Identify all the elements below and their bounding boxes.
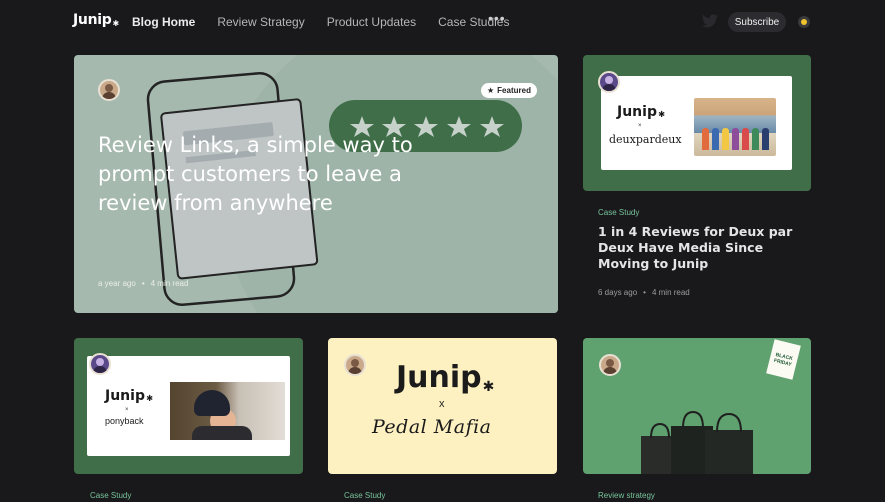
featured-badge: ★ Featured — [481, 83, 537, 98]
cover-panel: Junip✱ × deuxpardeux — [601, 76, 792, 170]
more-menu-icon[interactable]: ••• — [488, 10, 506, 26]
partner-logo: Pedal Mafia — [372, 416, 492, 438]
logo-star-icon: ✱ — [482, 379, 495, 395]
subscribe-button[interactable]: Subscribe — [728, 12, 786, 32]
cover-x: x — [439, 398, 445, 410]
logo-star-icon: ✱ — [145, 393, 153, 403]
post-card-black-friday-image[interactable]: BLACK FRIDAY — [583, 338, 811, 474]
nav-review-strategy[interactable]: Review Strategy — [217, 15, 304, 29]
cover-x: × — [638, 123, 642, 129]
partner-logo: ponyback — [105, 416, 144, 426]
category-tag[interactable]: Case Study — [598, 208, 639, 217]
nav-product-updates[interactable]: Product Updates — [327, 15, 416, 29]
sun-dot — [801, 19, 807, 25]
cover-brand: Junip — [105, 388, 145, 404]
cover-brand: Junip — [617, 104, 657, 120]
cover-brand: Junip — [396, 360, 482, 395]
read-time: 4 min read — [150, 279, 189, 288]
meta-separator: • — [643, 288, 646, 297]
category-tag[interactable]: Case Study — [344, 491, 385, 500]
post-meta: 6 days ago • 4 min read — [598, 288, 690, 297]
logo-text: Junip — [73, 12, 112, 28]
category-tag[interactable]: Review strategy — [598, 491, 655, 500]
category-tag[interactable]: Case Study — [90, 491, 131, 500]
post-meta: a year ago • 4 min read — [98, 279, 188, 288]
theme-toggle-icon[interactable] — [798, 16, 810, 28]
logo-star-icon: ✱ — [657, 109, 665, 119]
post-title[interactable]: 1 in 4 Reviews for Deux par Deux Have Me… — [598, 224, 798, 272]
junip-cover-logo: Junip✱ — [396, 360, 494, 395]
cap-photo — [170, 382, 285, 440]
junip-cover-logo: Junip✱ — [105, 388, 153, 404]
kids-photo — [694, 98, 776, 156]
twitter-icon[interactable] — [702, 14, 718, 28]
post-card-ponyback-image[interactable]: Junip✱ × ponyback — [74, 338, 303, 474]
author-avatar[interactable] — [599, 354, 621, 376]
post-card-pedal-mafia-image[interactable]: Junip✱ x Pedal Mafia — [328, 338, 557, 474]
author-avatar[interactable] — [598, 71, 620, 93]
junip-logo[interactable]: Junip✱ — [73, 12, 119, 28]
cover-x: × — [125, 407, 129, 413]
cover-panel: Junip✱ × ponyback — [87, 356, 290, 456]
post-date: 6 days ago — [598, 288, 638, 297]
meta-separator: • — [141, 279, 145, 288]
author-avatar[interactable] — [344, 354, 366, 376]
main-nav: Blog Home Review Strategy Product Update… — [132, 15, 531, 29]
featured-post-card[interactable]: ★ Featured Review Links, a simple way to… — [74, 55, 558, 313]
read-time: 4 min read — [651, 288, 690, 297]
partner-logo: deuxpardeux — [609, 133, 682, 146]
post-date: a year ago — [98, 279, 136, 288]
star-icon: ★ — [487, 86, 495, 95]
junip-cover-logo: Junip✱ — [617, 104, 665, 120]
featured-label: Featured — [497, 86, 531, 95]
post-card-deuxpardeux-image[interactable]: Junip✱ × deuxpardeux — [583, 55, 811, 191]
top-bar: Junip✱ Blog Home Review Strategy Product… — [0, 0, 885, 44]
logo-star-icon: ✱ — [112, 19, 119, 28]
nav-blog-home[interactable]: Blog Home — [132, 15, 195, 29]
author-avatar[interactable] — [98, 79, 120, 101]
author-avatar[interactable] — [89, 353, 111, 375]
post-title[interactable]: Review Links, a simple way to prompt cus… — [98, 131, 418, 218]
